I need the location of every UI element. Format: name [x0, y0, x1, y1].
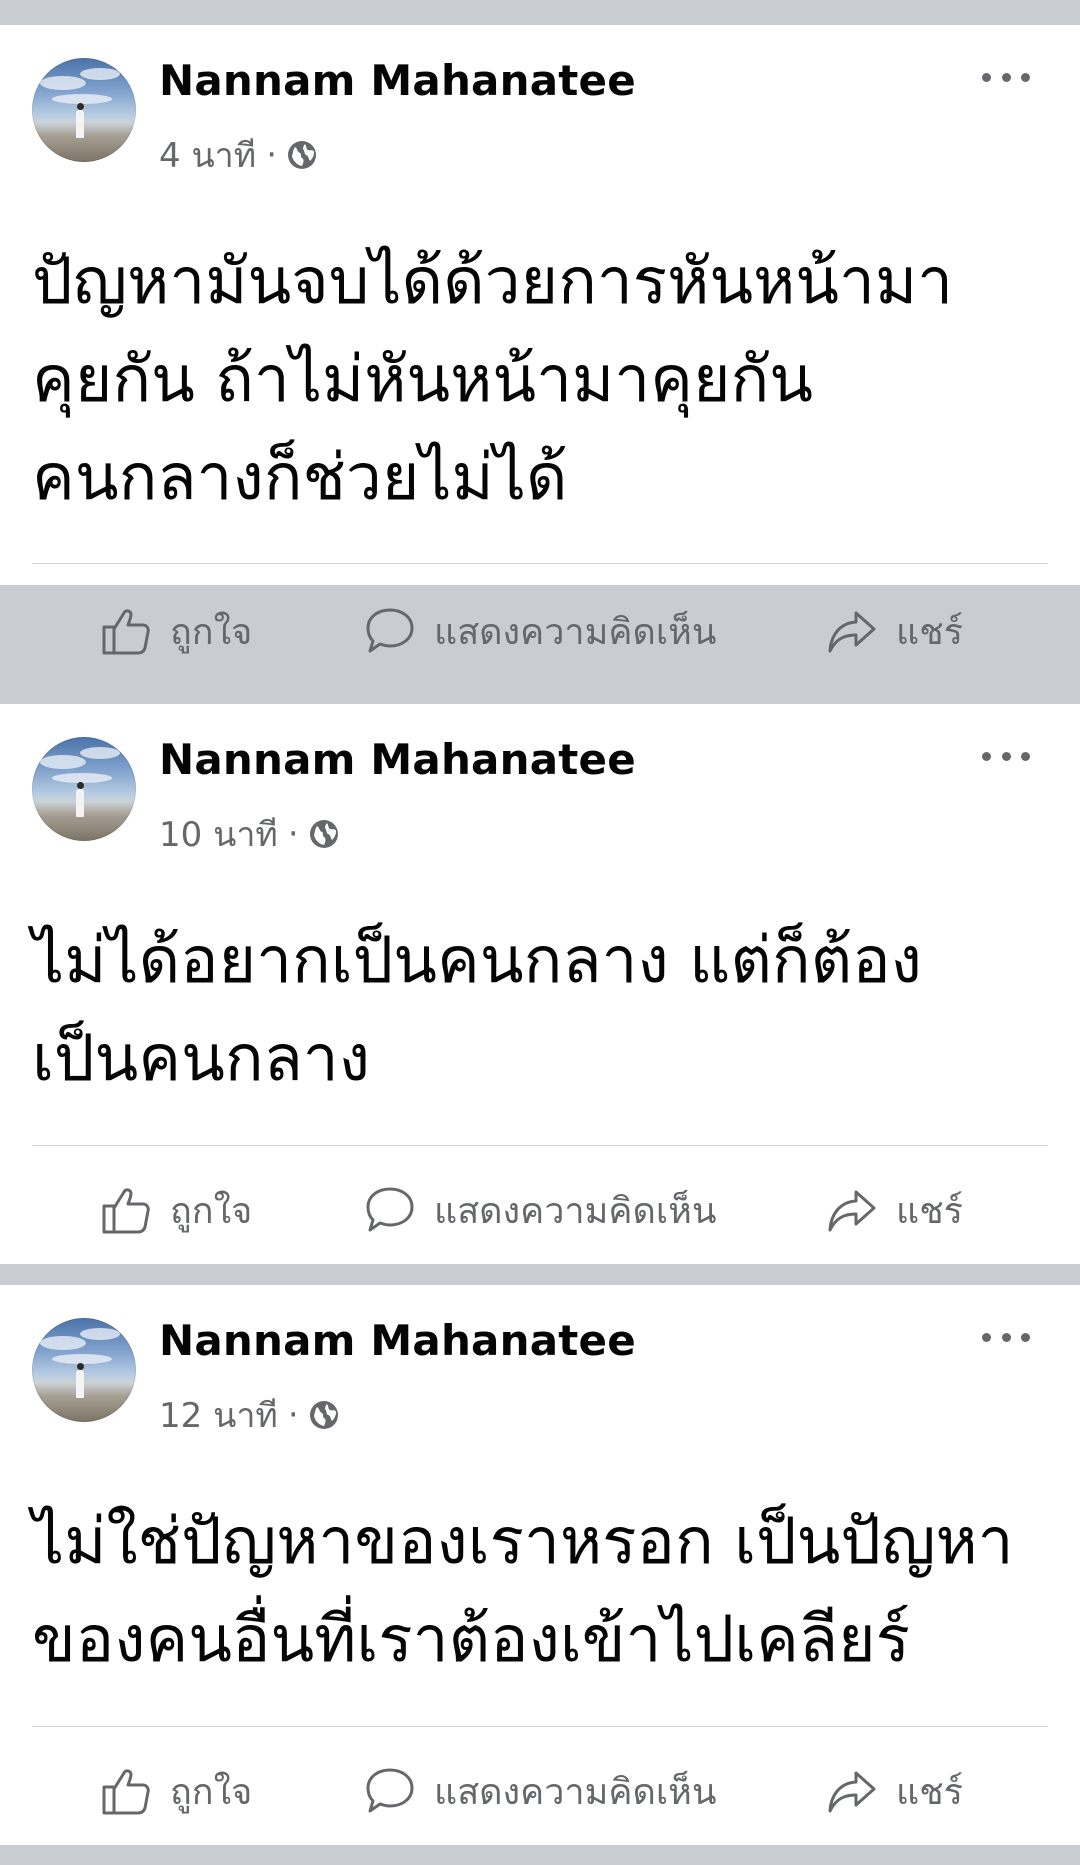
share-button[interactable]: แชร์: [826, 1741, 963, 1841]
globe-icon: [288, 141, 316, 169]
like-button[interactable]: ถูกใจ: [100, 581, 252, 681]
share-label: แชร์: [896, 1771, 963, 1813]
divider: [32, 1726, 1048, 1727]
author-avatar[interactable]: [32, 58, 136, 162]
meta-separator: ·: [287, 1395, 299, 1435]
comment-button[interactable]: แสดงความคิดเห็น: [364, 581, 716, 681]
more-options-button[interactable]: [982, 1325, 1030, 1349]
more-options-button[interactable]: [982, 65, 1030, 89]
author-name[interactable]: Nannam Mahanatee: [159, 1316, 636, 1365]
like-button[interactable]: ถูกใจ: [100, 1160, 252, 1260]
author-name[interactable]: Nannam Mahanatee: [159, 735, 636, 784]
like-label: ถูกใจ: [170, 1190, 253, 1232]
post-actions-bar: ถูกใจ แสดงความคิดเห็น แชร์: [0, 1160, 1080, 1260]
thumbs-up-icon: [102, 1769, 150, 1815]
like-label: ถูกใจ: [170, 611, 253, 653]
post-text: ไม่ได้อยากเป็นคนกลาง แต่ก็ต้อง เป็นคนกลา…: [32, 912, 1052, 1108]
author-avatar[interactable]: [32, 737, 136, 841]
post-text-line: คุยกัน ถ้าไม่หันหน้ามาคุยกัน: [32, 343, 813, 417]
comment-label: แสดงความคิดเห็น: [434, 1190, 717, 1232]
comment-label: แสดงความคิดเห็น: [434, 1771, 717, 1813]
globe-icon: [309, 1401, 338, 1429]
author-name[interactable]: Nannam Mahanatee: [159, 56, 636, 105]
share-arrow-icon: [828, 1771, 876, 1813]
divider: [32, 563, 1048, 564]
post-text-line: ไม่ใช่ปัญหาของเราหรอก เป็นปัญหา: [32, 1505, 1014, 1579]
more-options-button[interactable]: [982, 744, 1030, 768]
comment-label: แสดงความคิดเห็น: [434, 611, 717, 653]
post-card: Nannam Mahanatee 10 นาที · ไม่ได้อยากเป็…: [0, 704, 1080, 1264]
post-text: ไม่ใช่ปัญหาของเราหรอก เป็นปัญหา ของคนอื่…: [32, 1493, 1052, 1689]
globe-icon: [309, 820, 338, 848]
comment-bubble-icon: [366, 1768, 414, 1813]
meta-separator: ·: [287, 814, 299, 854]
share-label: แชร์: [896, 1190, 963, 1232]
share-button[interactable]: แชร์: [826, 1160, 963, 1260]
post-timestamp[interactable]: 12 นาที: [159, 1388, 278, 1442]
post-actions-bar: ถูกใจ แสดงความคิดเห็น แชร์: [0, 1741, 1080, 1841]
post-text-line: ปัญหามันจบได้ด้วยการหันหน้ามา: [32, 245, 954, 319]
comment-bubble-icon: [366, 1187, 414, 1232]
divider: [32, 1145, 1048, 1146]
post-actions-bar: ถูกใจ แสดงความคิดเห็น แชร์: [0, 581, 1080, 681]
comment-button[interactable]: แสดงความคิดเห็น: [364, 1741, 716, 1841]
post-meta: 10 นาที ·: [159, 807, 339, 861]
comment-button[interactable]: แสดงความคิดเห็น: [364, 1160, 716, 1260]
thumbs-up-icon: [102, 1188, 150, 1234]
post-timestamp[interactable]: 4 นาที: [159, 128, 256, 182]
share-button[interactable]: แชร์: [826, 581, 963, 681]
post-card: Nannam Mahanatee 4 นาที · ปัญหามันจบได้ด…: [0, 25, 1080, 655]
post-meta: 12 นาที ·: [159, 1388, 339, 1442]
post-text-line: ไม่ได้อยากเป็นคนกลาง แต่ก็ต้อง: [32, 924, 922, 998]
share-arrow-icon: [828, 611, 876, 653]
news-feed: Nannam Mahanatee 4 นาที · ปัญหามันจบได้ด…: [0, 0, 1080, 1865]
post-text-line: เป็นคนกลาง: [32, 1022, 370, 1096]
meta-separator: ·: [266, 135, 277, 175]
thumbs-up-icon: [102, 609, 150, 655]
post-card: Nannam Mahanatee 12 นาที · ไม่ใช่ปัญหาขอ…: [0, 1285, 1080, 1845]
post-text-line: ของคนอื่นที่เราต้องเข้าไปเคลียร์: [32, 1603, 910, 1677]
like-button[interactable]: ถูกใจ: [100, 1741, 252, 1841]
post-meta: 4 นาที ·: [159, 128, 317, 182]
share-arrow-icon: [828, 1190, 876, 1232]
comment-bubble-icon: [366, 608, 414, 653]
post-text: ปัญหามันจบได้ด้วยการหันหน้ามา คุยกัน ถ้า…: [32, 233, 1052, 527]
like-label: ถูกใจ: [170, 1771, 253, 1813]
author-avatar[interactable]: [32, 1318, 136, 1422]
post-timestamp[interactable]: 10 นาที: [159, 807, 278, 861]
share-label: แชร์: [896, 611, 963, 653]
post-text-line: คนกลางก็ช่วยไม่ได้: [32, 441, 568, 515]
